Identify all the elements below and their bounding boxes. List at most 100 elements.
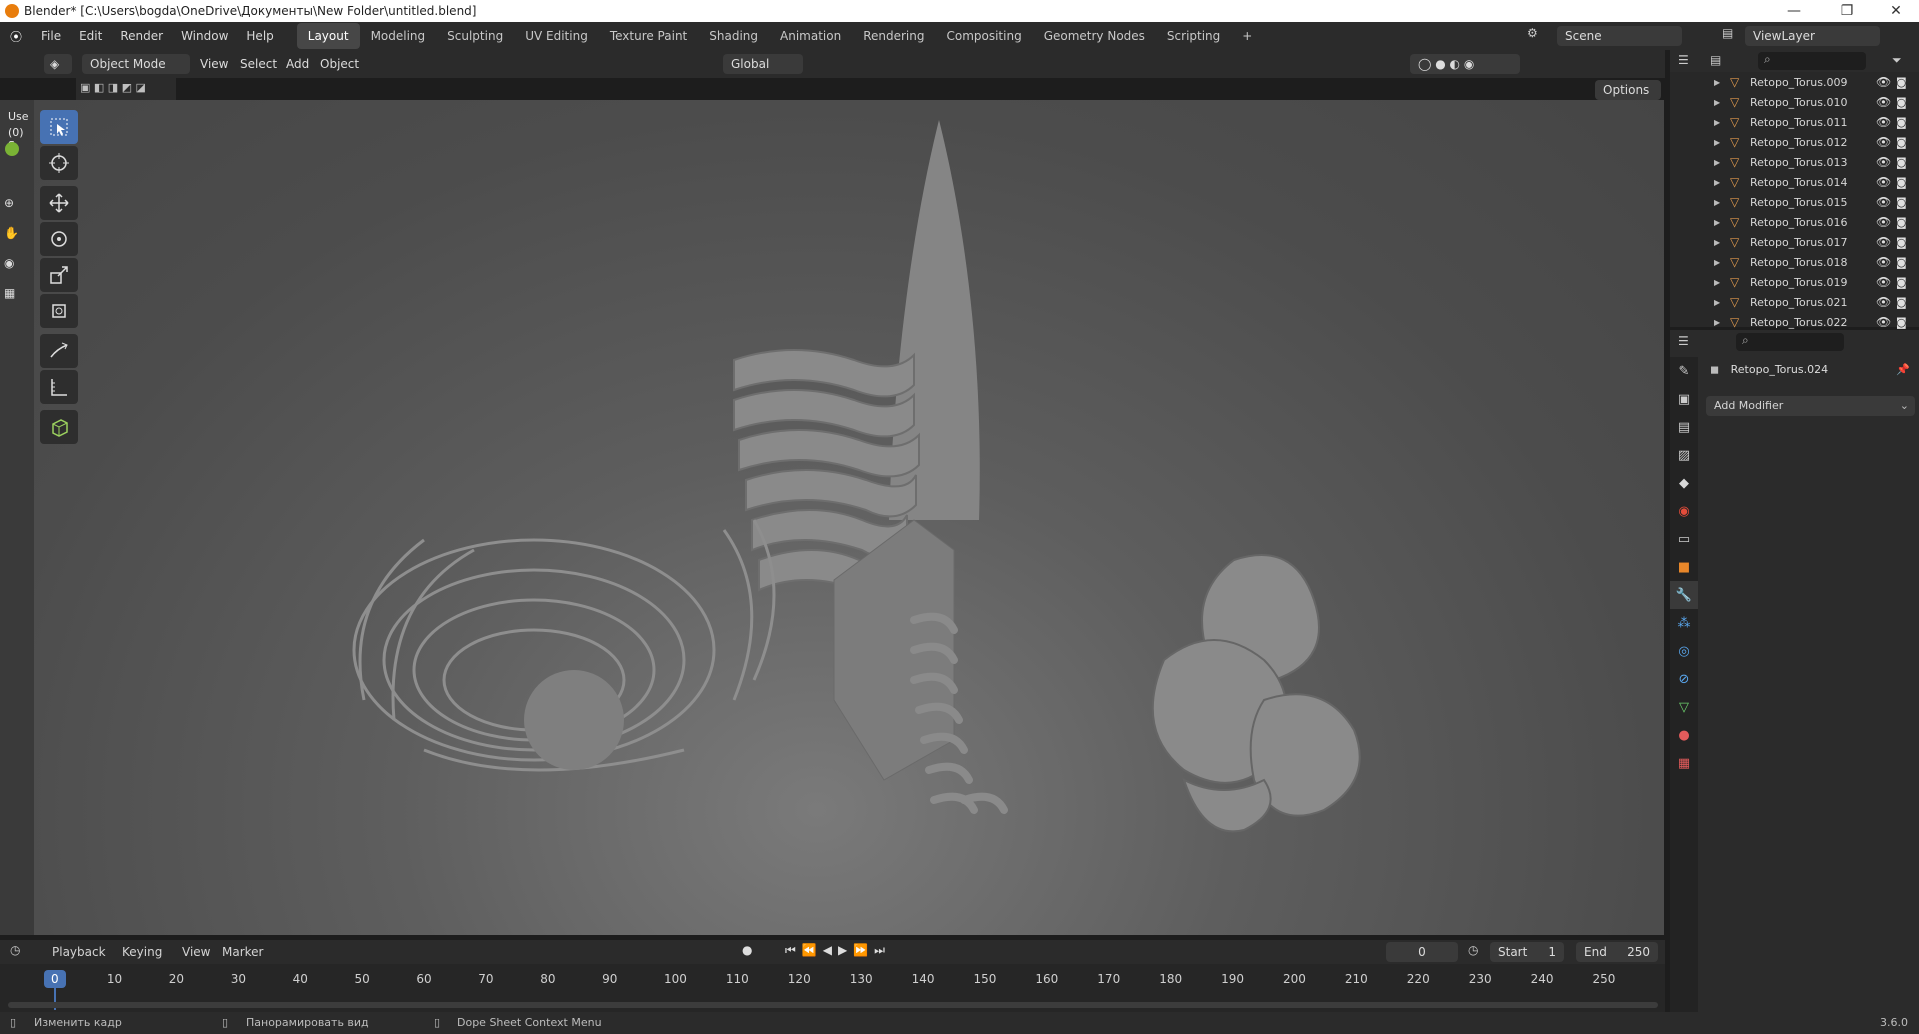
camera-render-icon[interactable]: ◙ <box>1896 116 1907 129</box>
timeline-type-icon[interactable]: ◷ <box>10 943 20 957</box>
expand-icon[interactable]: ▶ <box>1714 318 1720 327</box>
render-tab-icon[interactable]: ▣ <box>1670 385 1698 413</box>
eye-icon[interactable]: 👁 <box>1876 95 1891 109</box>
blender-menu-icon[interactable]: ⦿ <box>0 28 32 45</box>
playback-controls-icon[interactable]: ⏮⏪◀▶⏩⏭ <box>785 943 905 958</box>
add-workspace-icon[interactable]: + <box>1231 23 1263 49</box>
outliner-row[interactable]: ▶ ▽ Retopo_Torus.021 👁 ◙ <box>1670 292 1919 312</box>
outliner-row[interactable]: ▶ ▽ Retopo_Torus.012 👁 ◙ <box>1670 132 1919 152</box>
expand-icon[interactable]: ▶ <box>1714 118 1720 127</box>
scene-field[interactable]: Scene <box>1557 26 1682 46</box>
orientation-dropdown[interactable]: Global <box>723 54 803 74</box>
expand-icon[interactable]: ▶ <box>1714 98 1720 107</box>
start-frame-field[interactable]: Start 1 <box>1490 942 1564 962</box>
expand-icon[interactable]: ▶ <box>1714 218 1720 227</box>
expand-icon[interactable]: ▶ <box>1714 158 1720 167</box>
expand-icon[interactable]: ▶ <box>1714 138 1720 147</box>
viewlayer-icon[interactable]: ▤ <box>1722 26 1742 46</box>
eye-icon[interactable]: 👁 <box>1876 155 1891 169</box>
eye-icon[interactable]: 👁 <box>1876 275 1891 289</box>
tool-tab-icon[interactable]: ✎ <box>1670 357 1698 385</box>
transform-tool[interactable] <box>40 294 78 328</box>
editor-type-icon[interactable]: ◈ <box>44 54 72 74</box>
outliner-row[interactable]: ▶ ▽ Retopo_Torus.009 👁 ◙ <box>1670 72 1919 92</box>
properties-search-input[interactable]: ⌕ <box>1736 333 1844 351</box>
expand-icon[interactable]: ▶ <box>1714 78 1720 87</box>
outliner-row[interactable]: ▶ ▽ Retopo_Torus.019 👁 ◙ <box>1670 272 1919 292</box>
3d-viewport[interactable] <box>34 100 1664 935</box>
physics-tab-icon[interactable]: ◎ <box>1670 637 1698 665</box>
outliner-search-input[interactable]: ⌕ <box>1758 52 1866 70</box>
end-frame-field[interactable]: End 250 <box>1576 942 1658 962</box>
output-tab-icon[interactable]: ▤ <box>1670 413 1698 441</box>
expand-icon[interactable]: ▶ <box>1714 178 1720 187</box>
tab-texture-paint[interactable]: Texture Paint <box>599 23 698 49</box>
camera-icon[interactable]: ◉ <box>4 256 14 270</box>
timeline-menu-playback[interactable]: Playback <box>52 945 106 959</box>
timeline-scrollbar[interactable] <box>8 1002 1658 1008</box>
tab-sculpting[interactable]: Sculpting <box>436 23 514 49</box>
camera-render-icon[interactable]: ◙ <box>1896 256 1907 269</box>
move-tool[interactable] <box>40 186 78 220</box>
viewport-menu-add[interactable]: Add <box>286 50 309 78</box>
object-tab-icon[interactable]: ■ <box>1670 553 1698 581</box>
timeline-track-area[interactable]: 0 10 20 30 40 50 60 70 80 90 100 110 120 130 140 150 160… <box>0 964 1665 1012</box>
outliner-row[interactable]: ▶ ▽ Retopo_Torus.017 👁 ◙ <box>1670 232 1919 252</box>
display-mode-icon[interactable]: ▤ <box>1710 53 1721 67</box>
particles-tab-icon[interactable]: ⁂ <box>1670 609 1698 637</box>
constraints-tab-icon[interactable]: ⊘ <box>1670 665 1698 693</box>
viewport-shading-buttons[interactable]: ◯ ● ◐ ◉ <box>1410 54 1520 74</box>
eye-icon[interactable]: 👁 <box>1876 215 1891 229</box>
tab-modeling[interactable]: Modeling <box>360 23 437 49</box>
tab-shading[interactable]: Shading <box>698 23 769 49</box>
tab-scripting[interactable]: Scripting <box>1156 23 1231 49</box>
select-mode-icon[interactable]: ▣ ◧ ◨ ◩ ◪ <box>80 81 172 97</box>
outliner-row[interactable]: ▶ ▽ Retopo_Torus.011 👁 ◙ <box>1670 112 1919 132</box>
outliner-row[interactable]: ▶ ▽ Retopo_Torus.013 👁 ◙ <box>1670 152 1919 172</box>
tab-uv-editing[interactable]: UV Editing <box>514 23 599 49</box>
eye-icon[interactable]: 👁 <box>1876 115 1891 129</box>
outliner-row[interactable]: ▶ ▽ Retopo_Torus.016 👁 ◙ <box>1670 212 1919 232</box>
minimize-icon[interactable]: — <box>1771 0 1817 22</box>
camera-render-icon[interactable]: ◙ <box>1896 236 1907 249</box>
outliner-row[interactable]: ▶ ▽ Retopo_Torus.022 👁 ◙ <box>1670 312 1919 332</box>
zoom-icon[interactable]: ⊕ <box>4 196 14 210</box>
restore-icon[interactable]: ❐ <box>1824 0 1870 22</box>
eye-icon[interactable]: 👁 <box>1876 255 1891 269</box>
record-icon[interactable]: ● <box>742 943 752 957</box>
pin-icon[interactable]: 📌 <box>1896 363 1910 376</box>
camera-render-icon[interactable]: ◙ <box>1896 296 1907 309</box>
tab-animation[interactable]: Animation <box>769 23 852 49</box>
expand-icon[interactable]: ▶ <box>1714 278 1720 287</box>
viewport-menu-select[interactable]: Select <box>240 50 277 78</box>
eye-icon[interactable]: 👁 <box>1876 315 1891 329</box>
outliner-row[interactable]: ▶ ▽ Retopo_Torus.018 👁 ◙ <box>1670 252 1919 272</box>
menu-window[interactable]: Window <box>172 22 237 50</box>
camera-render-icon[interactable]: ◙ <box>1896 196 1907 209</box>
expand-icon[interactable]: ▶ <box>1714 258 1720 267</box>
cursor-tool[interactable] <box>40 146 78 180</box>
scene-tab-icon[interactable]: ◆ <box>1670 469 1698 497</box>
scale-tool[interactable] <box>40 258 78 292</box>
tab-rendering[interactable]: Rendering <box>852 23 935 49</box>
menu-help[interactable]: Help <box>237 22 282 50</box>
current-frame-field[interactable]: 0 <box>1386 942 1458 962</box>
camera-render-icon[interactable]: ◙ <box>1896 76 1907 89</box>
collection-tab-icon[interactable]: ▭ <box>1670 525 1698 553</box>
eye-icon[interactable]: 👁 <box>1876 175 1891 189</box>
viewport-menu-object[interactable]: Object <box>320 50 359 78</box>
properties-type-icon[interactable]: ☰ <box>1678 334 1689 348</box>
hand-pan-icon[interactable]: ✋ <box>4 226 19 240</box>
viewlayer-field[interactable]: ViewLayer <box>1745 26 1880 46</box>
rotate-tool[interactable] <box>40 222 78 256</box>
camera-render-icon[interactable]: ◙ <box>1896 176 1907 189</box>
camera-render-icon[interactable]: ◙ <box>1896 96 1907 109</box>
add-modifier-dropdown[interactable]: Add Modifier ⌄ <box>1706 396 1915 416</box>
tab-compositing[interactable]: Compositing <box>935 23 1032 49</box>
timeline-menu-marker[interactable]: Marker <box>222 945 263 959</box>
camera-render-icon[interactable]: ◙ <box>1896 216 1907 229</box>
measure-tool[interactable] <box>40 370 78 404</box>
scene-selector-icon[interactable]: ⚙ <box>1527 26 1555 46</box>
close-icon[interactable]: ✕ <box>1873 0 1919 22</box>
timeline-menu-view[interactable]: View <box>182 945 210 959</box>
